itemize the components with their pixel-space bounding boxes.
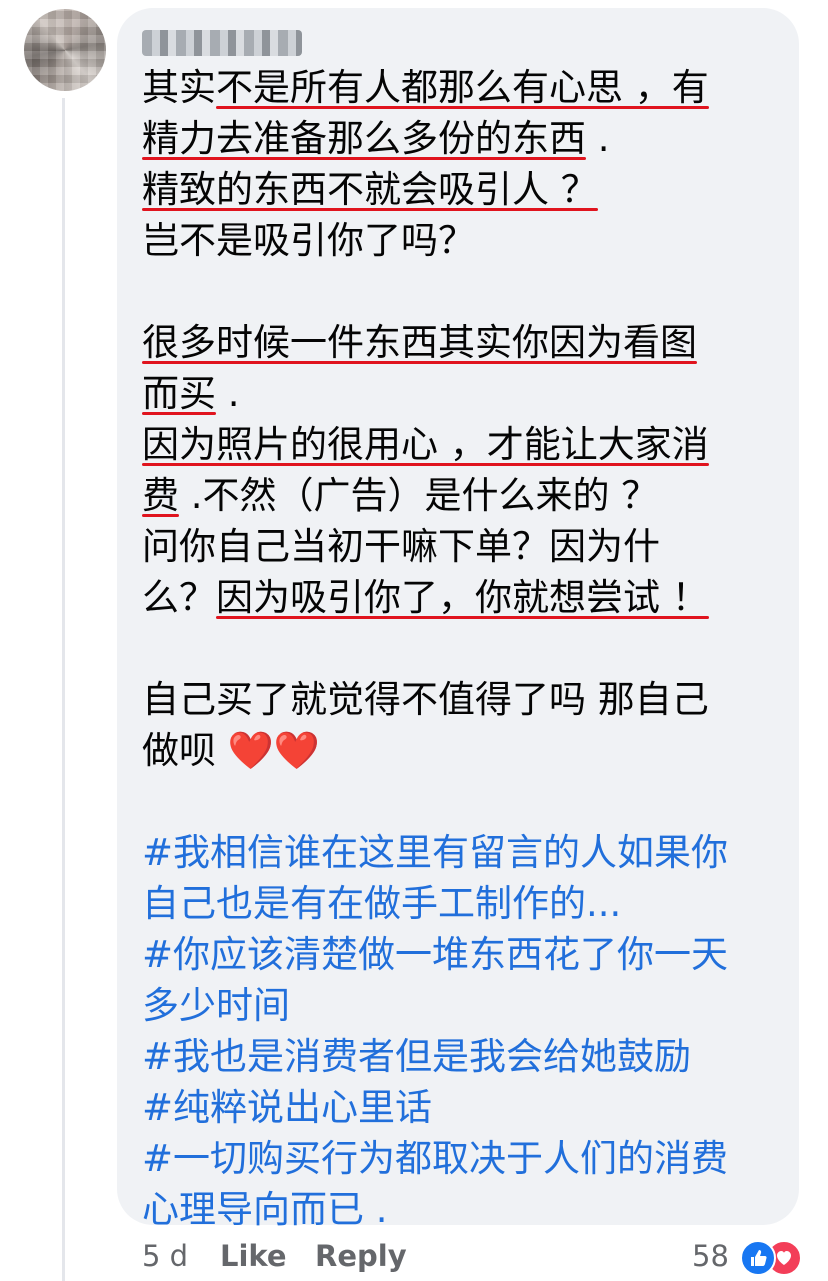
reaction-count[interactable]: 58 <box>692 1232 729 1280</box>
thread-line <box>62 98 65 1281</box>
comment-segment: 自己买了就觉得不值得了吗 那自己 <box>142 678 709 721</box>
comment-segment: 岂不是吸引你了吗？ <box>142 219 475 262</box>
comment-line: #一切购买行为都取决于人们的消费 <box>142 1133 792 1184</box>
like-button[interactable]: Like <box>220 1232 287 1280</box>
heart-emoji: ❤️❤️ <box>227 729 320 772</box>
thumbs-up-icon[interactable] <box>740 1240 776 1276</box>
comment-segment: 其实 <box>142 66 216 109</box>
hashtag-text[interactable]: #我相信谁在这里有留言的人如果你 <box>142 831 728 874</box>
comment-segment: 么？ <box>142 576 216 619</box>
underlined-text: 精力去准备那么多份的东西 <box>142 117 586 160</box>
comment-line: 费 .不然（广告）是什么来的 ？ <box>142 470 792 521</box>
comment-line: 多少时间 <box>142 980 792 1031</box>
underlined-text: 不是所有人都那么有心思 ，有 <box>216 66 709 109</box>
comment-line: #纯粹说出心里话 <box>142 1082 792 1133</box>
comment-segment: .不然（广告）是什么来的 ？ <box>179 474 659 517</box>
comment-line: 做呗 ❤️❤️ <box>142 725 792 776</box>
comment-actions: 5 d Like Reply 58 <box>142 1232 822 1280</box>
underlined-text: 而买 <box>142 372 216 415</box>
comment-line: 自己买了就觉得不值得了吗 那自己 <box>142 674 792 725</box>
hashtag-text[interactable]: 自己也是有在做手工制作的... <box>142 882 621 925</box>
comment-line: #我相信谁在这里有留言的人如果你 <box>142 827 792 878</box>
comment-text: 其实不是所有人都那么有心思 ，有 精力去准备那么多份的东西 . 精致的东西不就会吸引… <box>142 62 792 1235</box>
comment-line: 精致的东西不就会吸引人 ？ <box>142 164 792 215</box>
comment-segment: . <box>586 117 610 160</box>
underlined-text: 因为吸引你了，你就想尝试 ！ <box>216 576 709 619</box>
hashtag-text[interactable]: #一切购买行为都取决于人们的消费 <box>142 1137 728 1180</box>
comment-line: #你应该清楚做一堆东西花了你一天 <box>142 929 792 980</box>
comment-line: 而买 . <box>142 368 792 419</box>
avatar[interactable] <box>24 9 106 91</box>
hashtag-text[interactable]: #纯粹说出心里话 <box>142 1086 432 1129</box>
hashtag-text[interactable]: #你应该清楚做一堆东西花了你一天 <box>142 933 728 976</box>
underlined-text: 因为照片的很用心 ，才能让大家消 <box>142 423 709 466</box>
comment-line: 心理导向而已 . <box>142 1184 792 1235</box>
comment-segment: . <box>216 372 240 415</box>
hashtag-text[interactable]: #我也是消费者但是我会给她鼓励 <box>142 1035 691 1078</box>
underlined-text: 费 <box>142 474 179 517</box>
underlined-text: 很多时候一件东西其实你因为看图 <box>142 321 697 364</box>
comment-line: 问你自己当初干嘛下单？因为什 <box>142 521 792 572</box>
comment-line: 岂不是吸引你了吗？ <box>142 215 792 266</box>
comment-line: 因为照片的很用心 ，才能让大家消 <box>142 419 792 470</box>
comment-line: 么？因为吸引你了，你就想尝试 ！ <box>142 572 792 623</box>
hashtag-text[interactable]: 心理导向而已 . <box>142 1188 388 1231</box>
comment-line: 精力去准备那么多份的东西 . <box>142 113 792 164</box>
reply-button[interactable]: Reply <box>315 1232 407 1280</box>
hashtag-text[interactable]: 多少时间 <box>142 984 290 1027</box>
comment-line: 自己也是有在做手工制作的... <box>142 878 792 929</box>
comment-line: 很多时候一件东西其实你因为看图 <box>142 317 792 368</box>
comment-segment: 做呗 <box>142 729 228 772</box>
author-name-blurred[interactable] <box>142 30 302 56</box>
comment-line: 其实不是所有人都那么有心思 ，有 <box>142 62 792 113</box>
comment-segment: 问你自己当初干嘛下单？因为什 <box>142 525 660 568</box>
timestamp[interactable]: 5 d <box>142 1232 188 1280</box>
underlined-text: 精致的东西不就会吸引人 ？ <box>142 168 598 211</box>
comment-line: #我也是消费者但是我会给她鼓励 <box>142 1031 792 1082</box>
